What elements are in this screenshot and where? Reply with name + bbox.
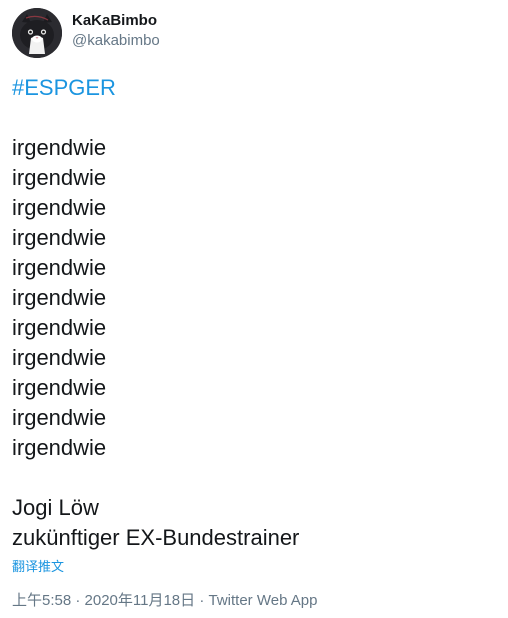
tweet-line: irgendwie xyxy=(12,345,107,370)
translate-tweet-link[interactable]: 翻译推文 xyxy=(12,556,64,575)
tweet-line: irgendwie xyxy=(12,225,107,250)
tweet-line: irgendwie xyxy=(12,255,107,280)
avatar[interactable] xyxy=(12,8,62,58)
user-handle[interactable]: @kakabimbo xyxy=(72,32,160,49)
signature-name: Jogi Löw xyxy=(12,495,99,520)
display-name[interactable]: KaKaBimbo xyxy=(72,12,157,29)
tweet-meta: 上午5:58 · 2020年11月18日 · Twitter Web App xyxy=(12,589,317,610)
tweet-line: irgendwie xyxy=(12,165,107,190)
tweet-card: KaKaBimbo @kakabimbo #ESPGER irgendwie i… xyxy=(0,0,508,618)
cat-avatar-icon xyxy=(12,8,62,58)
tweet-line: irgendwie xyxy=(12,315,107,340)
signature-title: zukünftiger EX-Bundestrainer xyxy=(12,525,300,550)
hashtag-link[interactable]: #ESPGER xyxy=(12,74,116,102)
tweet-line: irgendwie xyxy=(12,405,107,430)
tweet-line: irgendwie xyxy=(12,285,107,310)
tweet-line: irgendwie xyxy=(12,135,107,160)
tweet-line: irgendwie xyxy=(12,195,107,220)
tweet-body-lines: irgendwie irgendwie irgendwie irgendwie … xyxy=(12,133,106,463)
tweet-line: irgendwie xyxy=(12,375,107,400)
source-link[interactable]: Twitter Web App xyxy=(209,592,318,609)
tweet-line: irgendwie xyxy=(12,435,107,460)
timestamp-link[interactable]: 上午5:58 · 2020年11月18日 xyxy=(12,592,195,609)
meta-separator: · xyxy=(195,592,209,609)
